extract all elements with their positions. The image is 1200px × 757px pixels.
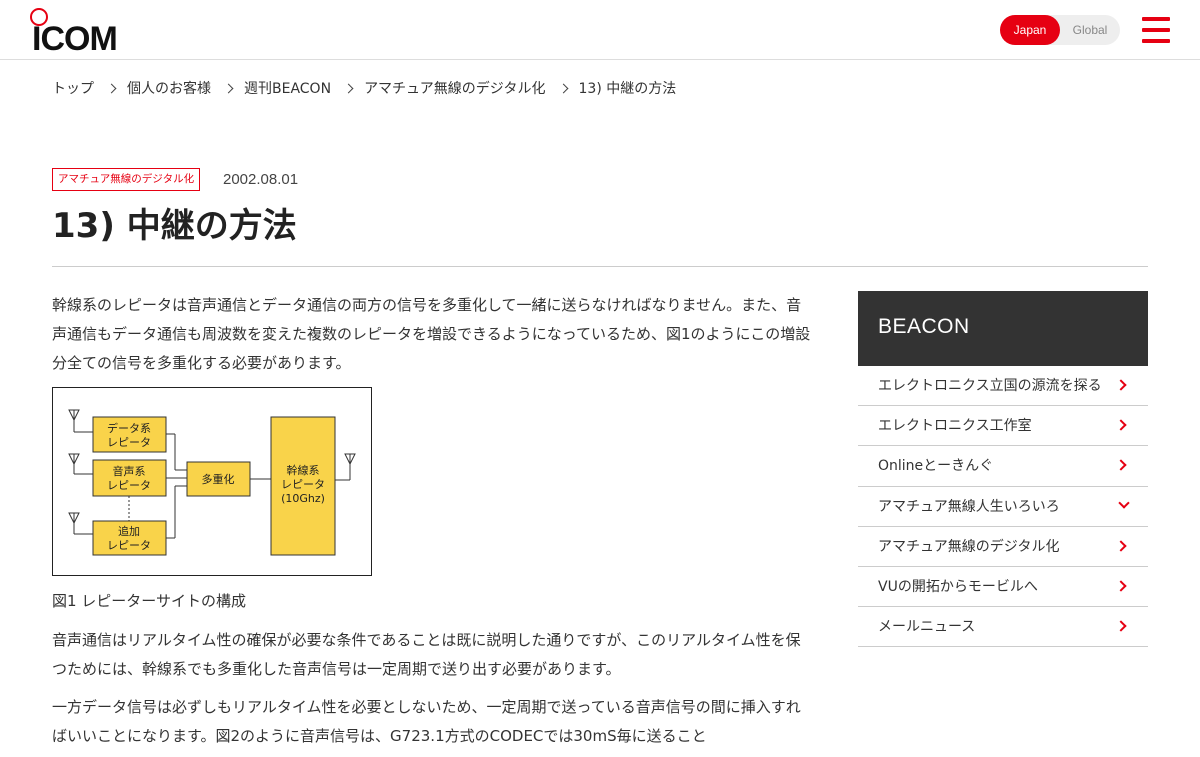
breadcrumb-item-current: 13) 中継の方法 — [578, 81, 677, 97]
chevron-right-icon — [223, 83, 234, 93]
sidebar-item-label: エレクトロニクス立国の源流を探る — [878, 378, 1102, 394]
antenna-icon — [68, 512, 93, 535]
article-paragraph: 一方データ信号は必ずしもリアルタイム性を必要としないため、一定周期で送っている音… — [52, 698, 801, 745]
chevron-right-icon — [1115, 459, 1127, 472]
page-title: 13) 中継の方法 — [52, 206, 297, 246]
sidebar-item-label: VUの開拓からモービルへ — [878, 578, 1038, 595]
sidebar-item-ham-digital[interactable]: アマチュア無線のデジタル化 — [858, 527, 1148, 567]
voice-repeater-label: レピータ — [107, 479, 151, 492]
sidebar-item-label: アマチュア無線のデジタル化 — [878, 538, 1060, 555]
sidebar-item-label: Onlineとーきんぐ — [878, 458, 994, 475]
sidebar-item-mail-news[interactable]: メールニュース — [858, 607, 1148, 648]
breadcrumb-item-category[interactable]: アマチュア無線のデジタル化 — [364, 78, 545, 98]
category-tag[interactable]: アマチュア無線のデジタル化 — [52, 168, 201, 191]
sidebar-item-label: アマチュア無線人生いろいろ — [878, 498, 1060, 515]
article-date: 2002.08.01 — [223, 171, 299, 188]
sidebar-item-electronics-origin[interactable]: エレクトロニクス立国の源流を探る — [858, 366, 1148, 407]
article-paragraph: 音声通信はリアルタイム性の確保が必要な条件であることは既に説明した通りですが、こ… — [52, 631, 801, 678]
sidebar-item-vu-mobile[interactable]: VUの開拓からモービルへ — [858, 567, 1148, 608]
hamburger-menu-icon[interactable] — [1142, 17, 1170, 43]
breadcrumb-item-personal[interactable]: 個人のお客様 — [127, 78, 211, 98]
antenna-icon — [335, 453, 356, 481]
repeater-site-diagram: データ系 レピータ 音声系 レピータ 追加 レピータ 多重化 幹線系 レピータ … — [52, 387, 372, 576]
sidebar-item-online-talking[interactable]: Onlineとーきんぐ — [858, 446, 1148, 487]
trunk-repeater-label: (10Ghz) — [281, 492, 325, 505]
lang-global-button[interactable]: Global — [1060, 15, 1120, 45]
antenna-icon — [68, 409, 93, 433]
data-repeater-label: レピータ — [107, 436, 151, 449]
chevron-right-icon — [558, 83, 568, 93]
chevron-right-icon — [1115, 620, 1127, 632]
multiplexer-label: 多重化 — [202, 472, 235, 486]
breadcrumb-item-beacon[interactable]: 週刊BEACON — [244, 78, 331, 98]
chevron-down-icon — [1118, 496, 1130, 509]
language-switch: Japan Global — [1000, 15, 1120, 45]
sidebar-item-label: エレクトロニクス工作室 — [878, 418, 1032, 435]
logo-text: ICOM — [32, 20, 118, 58]
figure-caption: 図1 レピーターサイトの構成 — [52, 592, 247, 610]
sidebar-item-label: メールニュース — [878, 619, 976, 636]
added-repeater-label: レピータ — [107, 539, 151, 552]
chevron-right-icon — [1115, 580, 1127, 592]
title-divider — [52, 266, 1148, 267]
diagram-svg: データ系 レピータ 音声系 レピータ 追加 レピータ 多重化 幹線系 レピータ … — [68, 409, 356, 556]
lang-japan-button[interactable]: Japan — [1000, 15, 1060, 45]
data-repeater-label: データ系 — [107, 421, 151, 435]
sidebar-menu: エレクトロニクス立国の源流を探る エレクトロニクス工作室 Onlineとーきんぐ… — [858, 366, 1148, 648]
sidebar-header: BEACON — [858, 291, 1148, 366]
site-header: ICOM Japan Global — [0, 0, 1200, 60]
breadcrumb-item-top[interactable]: トップ — [52, 78, 94, 98]
antenna-icon — [68, 453, 93, 475]
added-repeater-label: 追加 — [118, 524, 140, 538]
icom-logo[interactable]: ICOM — [30, 8, 122, 56]
sidebar-title: BEACON — [878, 315, 970, 338]
chevron-right-icon — [1115, 540, 1127, 552]
sidebar-item-electronics-workshop[interactable]: エレクトロニクス工作室 — [858, 406, 1148, 447]
voice-repeater-label: 音声系 — [113, 464, 146, 478]
chevron-right-icon — [1115, 419, 1127, 431]
sidebar-item-ham-life[interactable]: アマチュア無線人生いろいろ — [858, 487, 1148, 527]
article-paragraph: 幹線系のレピータは音声通信とデータ通信の両方の信号を多重化して一緒に送らなければ… — [52, 296, 811, 372]
chevron-right-icon — [1115, 379, 1127, 391]
breadcrumb: トップ 個人のお客様 週刊BEACON アマチュア無線のデジタル化 13) 中継… — [52, 78, 676, 98]
chevron-right-icon — [343, 83, 354, 93]
trunk-repeater-label: レピータ — [281, 478, 325, 491]
chevron-right-icon — [106, 83, 117, 93]
trunk-repeater-label: 幹線系 — [287, 463, 320, 477]
